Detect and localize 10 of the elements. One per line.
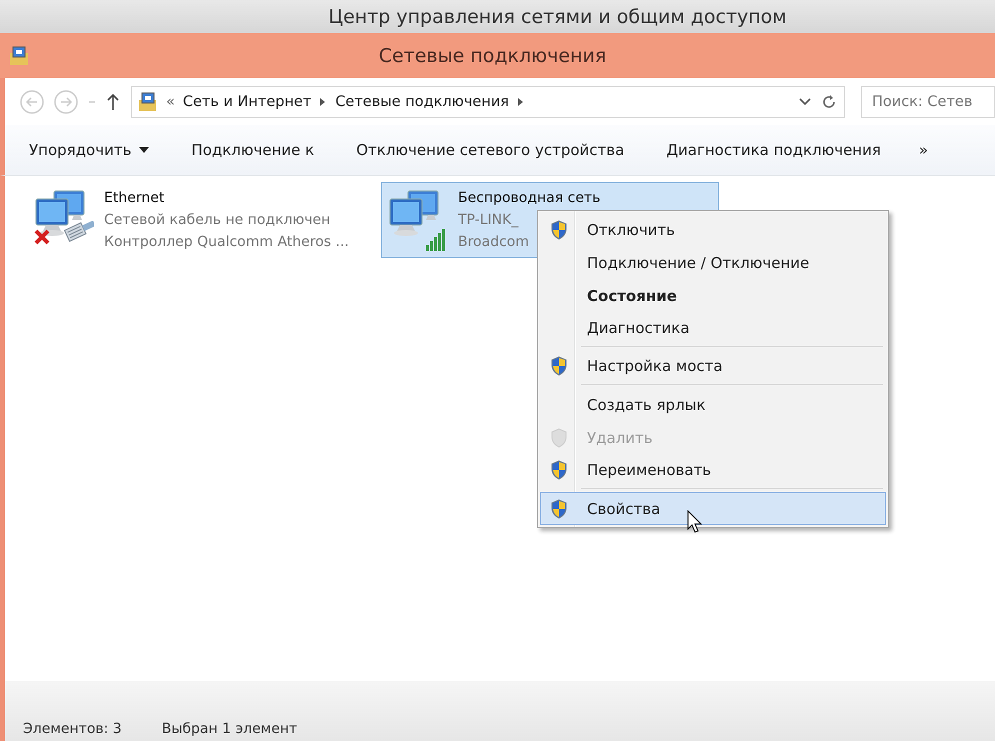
connection-detail: Контроллер Qualcomm Atheros ... bbox=[104, 233, 349, 252]
connection-detail: Broadcom bbox=[458, 233, 529, 252]
connection-detail: Сетевой кабель не подключен bbox=[104, 211, 330, 230]
connection-detail: TP-LINK_ bbox=[458, 211, 518, 230]
connection-name: Беспроводная сеть bbox=[458, 189, 600, 208]
status-text: Элементов: 3 bbox=[23, 721, 122, 737]
connection-name: Ethernet bbox=[104, 189, 164, 208]
status-text: Выбран 1 элемент bbox=[162, 721, 298, 737]
window-title: Сетевые подключения bbox=[378, 44, 608, 66]
outer-window-title: Центр управления сетями и общим доступом bbox=[0, 0, 995, 33]
